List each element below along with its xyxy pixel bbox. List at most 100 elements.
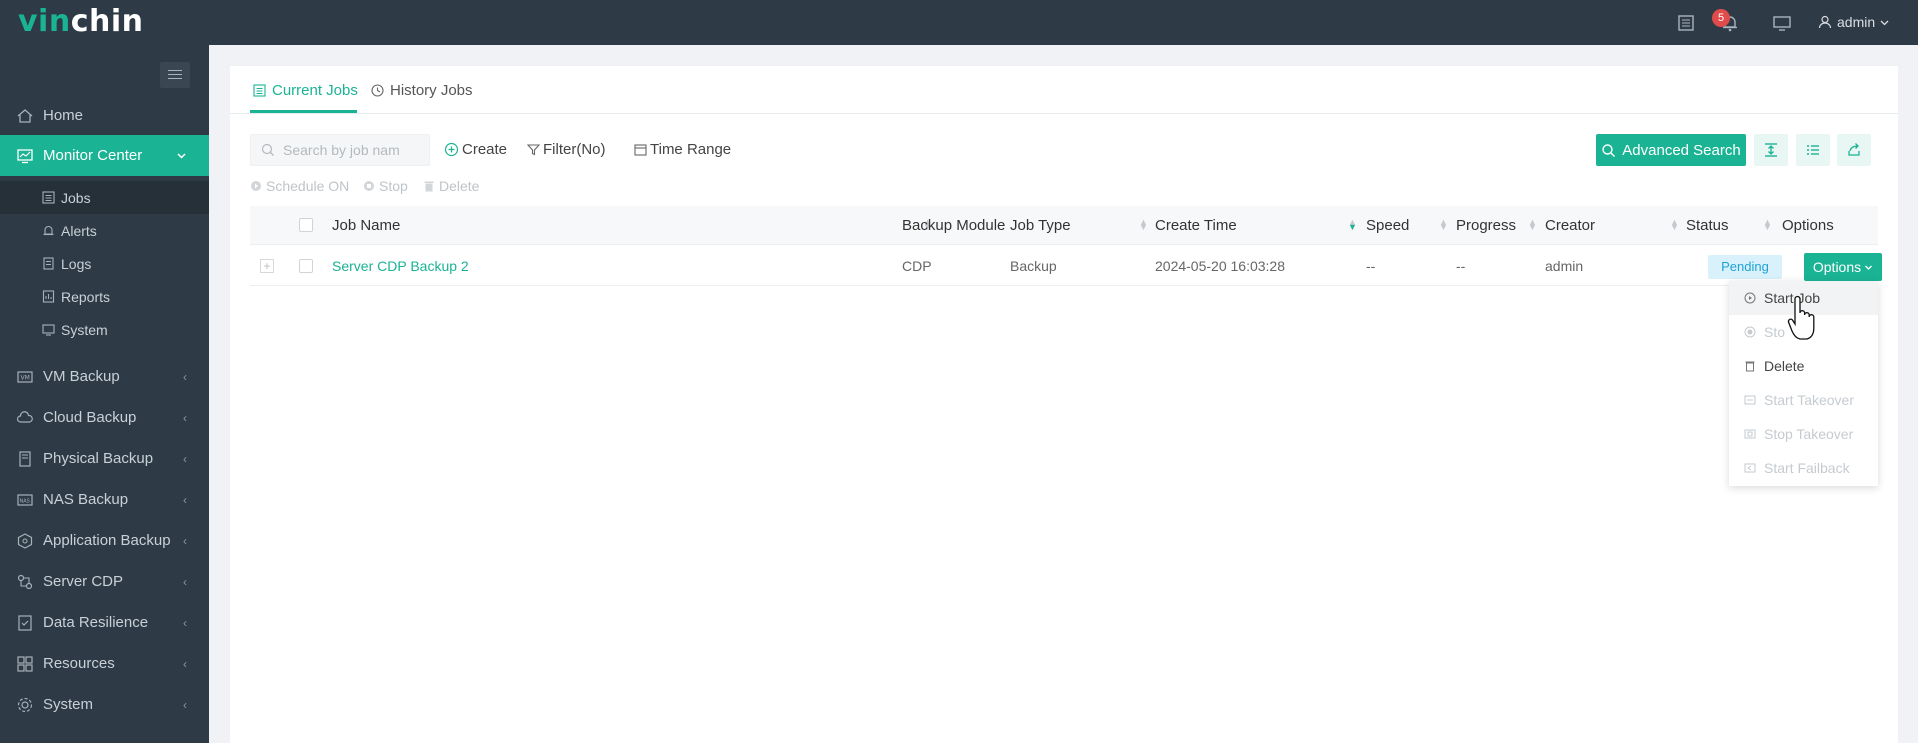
menu-item-label: Delete (1764, 358, 1805, 374)
screen-icon[interactable] (1772, 13, 1792, 33)
job-name-link[interactable]: Server CDP Backup 2 (332, 258, 469, 274)
stop-takeover-icon (1744, 429, 1756, 439)
search-input[interactable] (283, 135, 423, 165)
status-badge: Pending (1708, 255, 1782, 279)
column-status[interactable]: Status (1686, 217, 1729, 234)
monitor-icon (17, 148, 33, 163)
sidebar-subitem-system[interactable]: System (0, 313, 209, 346)
job-tabs: Current Jobs History Jobs (230, 66, 1898, 114)
sidebar-subitem-jobs[interactable]: Jobs (0, 181, 209, 214)
menu-item-label: Start Takeover (1764, 392, 1855, 408)
sidebar-item-data-resilience[interactable]: Data Resilience ‹ (0, 602, 209, 643)
data-resilience-icon (18, 614, 32, 631)
sort-icon[interactable]: ▲ ▼ (1139, 218, 1148, 232)
sidebar-item-label: Server CDP (43, 573, 124, 590)
sidebar-item-vm-backup[interactable]: VM VM Backup ‹ (0, 356, 209, 397)
list-icon (253, 84, 266, 97)
chevron-down-icon (177, 153, 186, 159)
sidebar-subitem-logs[interactable]: Logs (0, 247, 209, 280)
stop-action[interactable]: Stop (363, 178, 408, 194)
failback-icon (1744, 463, 1756, 473)
sidebar-subitem-label: Logs (61, 255, 92, 272)
search-icon (1602, 143, 1616, 157)
hand-cursor-icon (1787, 295, 1815, 340)
filter-button[interactable]: Filter(No) (527, 141, 606, 158)
stop-label: Stop (379, 178, 408, 194)
list-settings-icon (1807, 145, 1819, 155)
column-create-time[interactable]: Create Time (1155, 217, 1237, 234)
sidebar-item-resources[interactable]: Resources ‹ (0, 643, 209, 684)
sidebar-item-label: Application Backup (43, 532, 171, 549)
tab-history-jobs[interactable]: History Jobs (370, 82, 473, 99)
resources-icon (17, 655, 33, 672)
select-all-checkbox[interactable] (299, 218, 313, 232)
column-job-type[interactable]: Job Type (1010, 217, 1071, 234)
sidebar-item-physical-backup[interactable]: Physical Backup ‹ (0, 438, 209, 479)
tasks-icon[interactable] (1676, 13, 1696, 33)
sidebar-item-label: Home (43, 107, 84, 124)
expand-row-icon[interactable]: + (260, 259, 274, 273)
sort-icon[interactable]: ▲ ▼ (1439, 218, 1448, 232)
user-menu[interactable]: admin (1818, 14, 1889, 30)
jobs-icon (42, 191, 55, 204)
top-bar: vinchin 5 admin (0, 0, 1918, 45)
export-icon (1848, 143, 1860, 156)
sidebar-item-label: Resources (43, 655, 115, 672)
menu-item-stop-takeover[interactable]: Stop Takeover (1729, 417, 1878, 451)
sort-icon[interactable]: ▲ ▼ (1670, 218, 1679, 232)
schedule-icon (251, 181, 261, 191)
expand-all-button[interactable] (1754, 134, 1788, 166)
sidebar-item-home[interactable]: Home (0, 95, 209, 136)
sidebar: Home Monitor Center Jobs Alerts Logs Rep… (0, 45, 209, 743)
sidebar-item-application-backup[interactable]: Application Backup ‹ (0, 520, 209, 561)
sidebar-item-monitor-center[interactable]: Monitor Center (0, 135, 209, 176)
export-button[interactable] (1837, 134, 1871, 166)
cell-backup-module: CDP (902, 258, 932, 274)
sort-desc-icon[interactable]: ▲ ▼ (1348, 218, 1357, 232)
sidebar-item-label: Data Resilience (43, 614, 149, 631)
trash-icon (424, 181, 434, 192)
menu-item-delete[interactable]: Delete (1729, 349, 1878, 383)
sidebar-item-nas-backup[interactable]: NAS NAS Backup ‹ (0, 479, 209, 520)
alerts-icon (43, 225, 54, 236)
column-settings-button[interactable] (1796, 134, 1830, 166)
cell-job-type: Backup (1010, 258, 1057, 274)
reports-icon (42, 290, 55, 303)
table-row[interactable]: + Server CDP Backup 2 CDP Backup 2024-05… (250, 246, 1882, 286)
column-creator[interactable]: Creator (1545, 217, 1595, 234)
schedule-on-action[interactable]: Schedule ON (250, 178, 349, 194)
column-job-name[interactable]: Job Name (332, 217, 400, 234)
column-speed[interactable]: Speed (1366, 217, 1409, 234)
cell-create-time: 2024-05-20 16:03:28 (1155, 258, 1285, 274)
delete-action[interactable]: Delete (423, 178, 479, 194)
time-range-button[interactable]: Time Range (634, 141, 731, 158)
chevron-left-icon: ‹ (183, 410, 187, 425)
row-checkbox[interactable] (299, 259, 313, 273)
menu-item-start-failback[interactable]: Start Failback (1729, 451, 1878, 485)
sidebar-item-server-cdp[interactable]: Server CDP ‹ (0, 561, 209, 602)
advanced-search-button[interactable]: Advanced Search (1596, 134, 1746, 166)
sidebar-subitem-alerts[interactable]: Alerts (0, 214, 209, 247)
chevron-down-icon (1880, 20, 1889, 25)
sidebar-subitem-label: Alerts (61, 222, 97, 239)
column-backup-module[interactable]: Backup Module (902, 217, 1005, 234)
create-button[interactable]: Create (444, 141, 507, 158)
menu-item-start-takeover[interactable]: Start Takeover (1729, 383, 1878, 417)
options-button[interactable]: Options (1804, 253, 1882, 281)
stop-circle-icon (1744, 326, 1756, 338)
column-progress[interactable]: Progress (1456, 217, 1516, 234)
sidebar-subitem-reports[interactable]: Reports (0, 280, 209, 313)
logs-icon (43, 257, 54, 270)
sidebar-item-system[interactable]: System ‹ (0, 684, 209, 725)
sort-icon[interactable]: ▲ ▼ (1763, 218, 1772, 232)
svg-text:VM: VM (21, 374, 30, 381)
jobs-table-header: Job Name ▲ ▼ Backup Module Job Type ▲ ▼ Cr… (250, 206, 1878, 245)
menu-item-label: Start Failback (1764, 460, 1850, 476)
stop-icon (364, 181, 374, 191)
calendar-icon (634, 144, 647, 156)
sort-icon[interactable]: ▲ ▼ (1528, 218, 1537, 232)
sidebar-item-cloud-backup[interactable]: Cloud Backup ‹ (0, 397, 209, 438)
tab-current-jobs[interactable]: Current Jobs (252, 82, 358, 99)
menu-item-label: Sto (1764, 324, 1786, 340)
collapse-sidebar-button[interactable] (160, 62, 190, 88)
